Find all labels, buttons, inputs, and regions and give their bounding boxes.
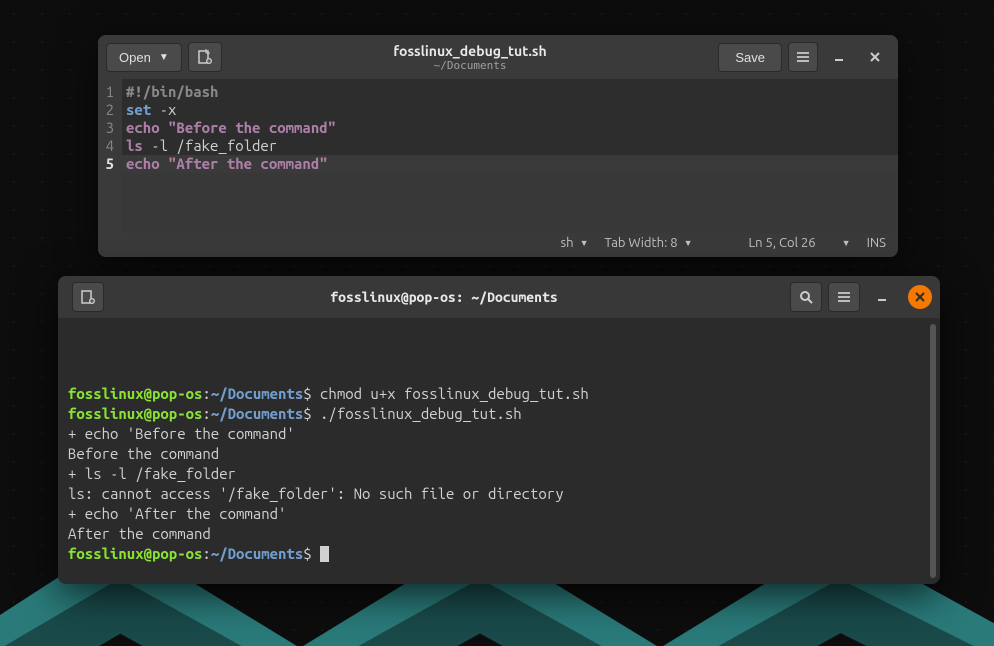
terminal-line: fosslinux@pop-os:~/Documents$ xyxy=(68,544,930,564)
new-tab-button[interactable] xyxy=(188,42,222,72)
tab-width-selector[interactable]: Tab Width: 8 ▼ xyxy=(605,236,693,250)
language-selector[interactable]: sh ▼ xyxy=(561,236,589,250)
minimize-icon xyxy=(833,51,845,63)
chevron-down-icon: ▼ xyxy=(580,238,589,248)
cursor-position-label: Ln 5, Col 26 xyxy=(749,236,816,250)
code-line[interactable]: #!/bin/bash xyxy=(122,83,898,101)
scrollbar[interactable] xyxy=(930,324,936,578)
terminal-line: fosslinux@pop-os:~/Documents$ chmod u+x … xyxy=(68,384,930,404)
open-button[interactable]: Open ▼ xyxy=(106,43,182,72)
gedit-title-area: fosslinux_debug_tut.sh ~/Documents xyxy=(222,43,719,72)
line-number: 3 xyxy=(102,119,114,137)
insert-mode[interactable]: INS xyxy=(867,236,886,250)
chevron-down-icon: ▼ xyxy=(842,238,851,248)
line-number: 1 xyxy=(102,83,114,101)
save-button[interactable]: Save xyxy=(718,43,782,72)
close-button[interactable] xyxy=(860,42,890,72)
code-line[interactable]: echo "After the command" xyxy=(122,155,898,173)
gedit-headerbar: Open ▼ fosslinux_debug_tut.sh ~/Document… xyxy=(98,35,898,79)
terminal-line: ls: cannot access '/fake_folder': No suc… xyxy=(68,484,930,504)
terminal-line: + echo 'After the command' xyxy=(68,504,930,524)
cursor xyxy=(320,546,329,562)
close-icon xyxy=(869,51,881,63)
chevron-down-icon: ▼ xyxy=(684,238,693,248)
minimize-icon xyxy=(876,291,888,303)
gedit-subtitle: ~/Documents xyxy=(222,59,719,72)
gedit-statusbar: sh ▼ Tab Width: 8 ▼ Ln 5, Col 26 ▼ INS xyxy=(98,229,898,257)
open-label: Open xyxy=(119,50,151,65)
terminal-window: fosslinux@pop-os: ~/Documents fosslinux@… xyxy=(58,276,940,584)
terminal-line: + echo 'Before the command' xyxy=(68,424,930,444)
line-number: 4 xyxy=(102,137,114,155)
editor-area[interactable]: 12345 #!/bin/bashset -xecho "Before the … xyxy=(98,79,898,229)
tab-width-label: Tab Width: 8 xyxy=(605,236,678,250)
terminal-line: + ls -l /fake_folder xyxy=(68,464,930,484)
new-tab-button[interactable] xyxy=(72,282,104,312)
terminal-output[interactable]: fosslinux@pop-os:~/Documents$ chmod u+x … xyxy=(58,318,940,584)
search-button[interactable] xyxy=(790,282,822,312)
code-line[interactable]: echo "Before the command" xyxy=(122,119,898,137)
code-content[interactable]: #!/bin/bashset -xecho "Before the comman… xyxy=(122,79,898,229)
insert-mode-label: INS xyxy=(867,236,886,250)
terminal-title: fosslinux@pop-os: ~/Documents xyxy=(104,289,784,305)
terminal-headerbar: fosslinux@pop-os: ~/Documents xyxy=(58,276,940,318)
minimize-button[interactable] xyxy=(866,282,898,312)
minimize-button[interactable] xyxy=(824,42,854,72)
new-document-icon xyxy=(197,49,213,65)
search-icon xyxy=(799,290,813,304)
hamburger-menu-button[interactable] xyxy=(788,42,818,72)
new-tab-icon xyxy=(80,289,96,305)
cursor-position[interactable]: Ln 5, Col 26 ▼ xyxy=(749,236,851,250)
hamburger-icon xyxy=(837,290,851,304)
code-line[interactable]: set -x xyxy=(122,101,898,119)
language-label: sh xyxy=(561,236,574,250)
gedit-title: fosslinux_debug_tut.sh xyxy=(222,43,719,59)
line-number-gutter: 12345 xyxy=(98,79,122,229)
code-line[interactable]: ls -l /fake_folder xyxy=(122,137,898,155)
hamburger-icon xyxy=(796,50,810,64)
hamburger-menu-button[interactable] xyxy=(828,282,860,312)
close-button[interactable] xyxy=(908,285,932,309)
line-number: 2 xyxy=(102,101,114,119)
close-icon xyxy=(915,292,925,302)
chevron-down-icon: ▼ xyxy=(159,52,169,63)
gedit-window: Open ▼ fosslinux_debug_tut.sh ~/Document… xyxy=(98,35,898,257)
terminal-line: After the command xyxy=(68,524,930,544)
line-number: 5 xyxy=(102,155,114,173)
terminal-line: fosslinux@pop-os:~/Documents$ ./fosslinu… xyxy=(68,404,930,424)
terminal-line: Before the command xyxy=(68,444,930,464)
